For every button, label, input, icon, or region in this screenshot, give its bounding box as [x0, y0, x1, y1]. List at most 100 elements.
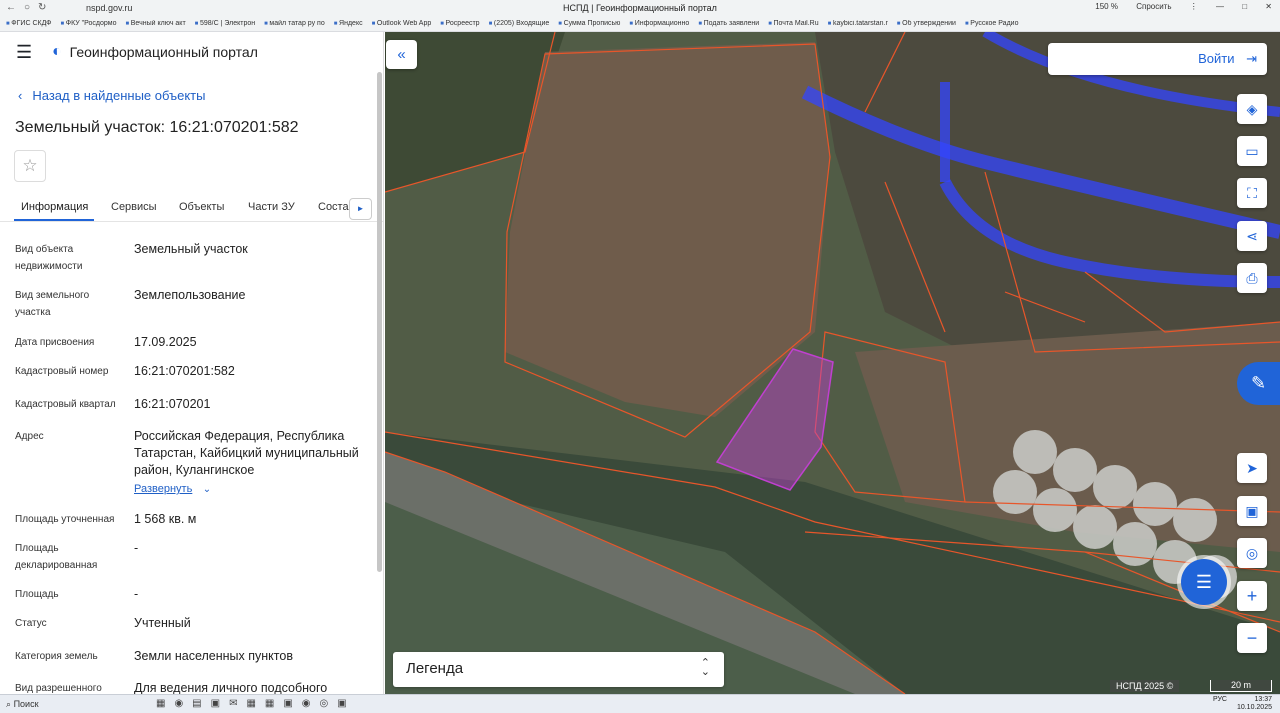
field-value: 16:21:070201 [134, 397, 211, 411]
map-attribution: НСПД 2025 © [1110, 680, 1180, 692]
field-value: Земельный участок [134, 242, 248, 256]
select-area-button[interactable]: ⛶ [1237, 178, 1267, 208]
location-icon: ◎ [1245, 545, 1259, 561]
bookmark[interactable]: Вечный ключ акт [125, 20, 186, 31]
zoom-in-button[interactable]: + [1237, 581, 1267, 611]
search-label: Поиск [13, 699, 39, 709]
field-label: Кадастровый номер [15, 366, 109, 377]
tab-info[interactable]: Информация [21, 201, 88, 213]
tab-services[interactable]: Сервисы [111, 201, 157, 213]
field-value: Для ведения личного подсобного [134, 681, 328, 694]
tab-objects[interactable]: Объекты [179, 201, 224, 213]
login-button[interactable]: Войти ⇥ [1048, 43, 1267, 75]
sidebar-scrollbar[interactable] [377, 72, 382, 572]
bookmark[interactable]: Информационно [629, 20, 690, 31]
bookmark[interactable]: ФКУ "Росдормо [60, 20, 117, 31]
legend-dropdown[interactable]: Легенда ⌃ ⌄ [393, 652, 724, 687]
legend-label: Легенда [406, 660, 464, 677]
bookmark[interactable]: (2205) Входящие [489, 20, 549, 31]
feedback-icon: ✎ [1250, 373, 1267, 393]
zoom-level[interactable]: 150 % [1095, 2, 1118, 11]
share-icon: ⋖ [1246, 228, 1258, 244]
minimize-icon[interactable]: — [1216, 2, 1224, 11]
plus-icon: + [1246, 586, 1258, 606]
printer-icon: ⎙ [1246, 270, 1258, 286]
minus-icon: − [1246, 628, 1258, 648]
chevron-left-icon: ‹ [18, 88, 23, 103]
feedback-tab-button[interactable]: ✎ [1237, 362, 1280, 405]
navigation-arrow-icon: ➤ [1246, 460, 1258, 476]
ask-button[interactable]: Спросить [1136, 2, 1171, 11]
field-label: Вид разрешенного [15, 683, 102, 694]
taskbar-search[interactable]: ⌕ Поиск [6, 697, 146, 712]
field-label: Дата присвоения [15, 337, 95, 348]
maximize-icon[interactable]: □ [1242, 2, 1247, 11]
browser-right-controls: 150 % Спросить ⋮ — □ ✕ [1079, 2, 1272, 11]
field-label: Адрес [15, 431, 44, 442]
satellite-map[interactable] [385, 32, 1280, 694]
chat-button[interactable]: ☰ [1181, 559, 1227, 605]
expand-collapse-icon: ⌃ ⌄ [700, 657, 710, 678]
minimap-icon: ▣ [1245, 503, 1259, 519]
layers-button[interactable]: ◈ [1237, 94, 1267, 124]
print-button[interactable]: ⎙ [1237, 263, 1267, 293]
chat-icon: ☰ [1195, 572, 1213, 592]
field-value: Учтенный [134, 616, 191, 630]
field-label: Вид объекта недвижимости [15, 244, 83, 272]
hamburger-menu-icon[interactable]: ☰ [16, 42, 38, 63]
zoom-out-button[interactable]: − [1237, 623, 1267, 653]
share-button[interactable]: ⋖ [1237, 221, 1267, 251]
bookmark[interactable]: ФГИС СКДФ [6, 20, 51, 31]
login-label: Войти [1198, 51, 1235, 66]
bookmark[interactable]: kaybici.tatarstan.r [828, 20, 888, 31]
tabs-scroll-right-button[interactable]: ► [349, 198, 372, 220]
expand-link[interactable]: Развернуть ⌄ [134, 479, 211, 497]
field-label: Площадь уточненная [15, 514, 115, 525]
tab-parts[interactable]: Части ЗУ [248, 201, 295, 213]
field-value: Земли населенных пунктов [134, 649, 293, 663]
active-tab-indicator [14, 219, 94, 221]
clock-date: 10.10.2025 [1236, 704, 1272, 711]
bookmark[interactable]: Об утверждении [897, 20, 956, 31]
address-value: Российская Федерация, Республика Татарст… [134, 429, 359, 477]
taskbar-apps[interactable]: ▦◉▤▣✉▦▦▣◉◎▣ [156, 698, 356, 709]
browser-toolbar: ←○↻ nspd.gov.ru НСПД | Геоинформационный… [0, 0, 1280, 32]
field-value: - [134, 587, 139, 601]
bookmark[interactable]: майл татар ру по [264, 20, 324, 31]
field-value: 16:21:070201:582 [134, 364, 235, 378]
minimap-button[interactable]: ▣ [1237, 496, 1267, 526]
field-label: Статус [15, 618, 47, 629]
chevron-down-icon: ⌄ [202, 484, 212, 495]
bookmark[interactable]: 598/С | Электрон [195, 20, 255, 31]
field-value: Землепользование [134, 288, 246, 302]
field-value: 17.09.2025 [134, 335, 197, 349]
menu-icon[interactable]: ⋮ [1190, 2, 1198, 11]
info-sidebar: ☰ ◐ Геоинформационный портал ‹ Назад в на… [0, 32, 384, 694]
collapse-panel-button[interactable]: « [386, 40, 417, 69]
scale-bar: 20 m [1210, 680, 1272, 692]
favorite-star-button[interactable]: ☆ [14, 150, 46, 182]
bookmarks-bar: ФГИС СКДФ ФКУ "Росдормо Вечный ключ акт … [6, 20, 1276, 31]
geolocation-button[interactable]: ➤ [1237, 453, 1267, 483]
close-icon[interactable]: ✕ [1265, 2, 1272, 11]
expand-label: Развернуть [134, 483, 193, 495]
location-search-button[interactable]: ◎ [1237, 538, 1267, 568]
measure-button[interactable]: ▭ [1237, 136, 1267, 166]
clock[interactable]: 13:37 10.10.2025 [1237, 696, 1272, 712]
back-link[interactable]: ‹ Назад в найденные объекты [18, 88, 205, 103]
bookmark[interactable]: Почта Mail.Ru [768, 20, 819, 31]
tab-composition[interactable]: Соста [318, 201, 349, 213]
field-value: - [134, 541, 139, 555]
back-label: Назад в найденные объекты [32, 88, 206, 103]
bookmark[interactable]: Подать заявлени [698, 20, 760, 31]
map-view[interactable]: « Войти ⇥ ◈ ▭ ⛶ ⋖ ⎙ ✎ ➤ ▣ ◎ ☰ + − Легенд… [385, 32, 1280, 694]
language-indicator[interactable]: РУС [1213, 696, 1227, 703]
bookmark[interactable]: Сумма Прописью [558, 20, 621, 31]
bookmark[interactable]: Росреестр [440, 20, 480, 31]
bookmark[interactable]: Яндекс [334, 20, 363, 31]
login-icon: ⇥ [1246, 51, 1257, 66]
app-header: ☰ ◐ Геоинформационный портал [0, 32, 383, 72]
bookmark[interactable]: Русское Радио [965, 20, 1018, 31]
os-taskbar: ⌕ Поиск ▦◉▤▣✉▦▦▣◉◎▣ РУС 13:37 10.10.2025 [0, 694, 1280, 713]
bookmark[interactable]: Outlook Web App [372, 20, 431, 31]
